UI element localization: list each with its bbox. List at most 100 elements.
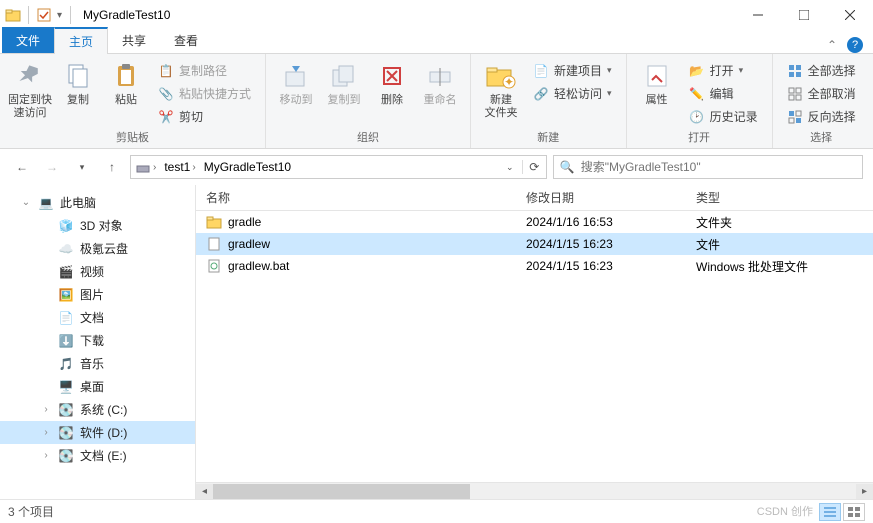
downloads-icon: ⬇️	[58, 333, 74, 349]
svg-text:✦: ✦	[504, 75, 514, 89]
scroll-thumb[interactable]	[213, 484, 470, 499]
documents-icon: 📄	[58, 310, 74, 326]
file-list[interactable]: gradle2024/1/16 16:53文件夹gradlew2024/1/15…	[196, 211, 873, 482]
edit-button[interactable]: ✏️编辑	[685, 83, 762, 104]
desktop-icon: 🖥️	[58, 379, 74, 395]
recent-dropdown[interactable]: ▾	[70, 155, 94, 179]
maximize-button[interactable]	[781, 0, 827, 30]
bat-icon	[206, 258, 222, 274]
col-type[interactable]: 类型	[696, 189, 873, 206]
search-icon: 🔍	[560, 160, 575, 174]
icons-view-button[interactable]	[843, 503, 865, 521]
tab-home[interactable]: 主页	[54, 27, 108, 54]
invert-button[interactable]: 反向选择	[783, 106, 860, 127]
nav-d-drive[interactable]: ›💽软件 (D:)	[0, 421, 195, 444]
scroll-left-icon[interactable]: ◂	[196, 484, 213, 499]
file-icon	[206, 236, 222, 252]
drive-icon: 💽	[58, 402, 74, 418]
nav-this-pc[interactable]: ⌄💻此电脑	[0, 191, 195, 214]
pin-button[interactable]: 固定到快 速访问	[6, 58, 54, 120]
rename-button[interactable]: 重命名	[416, 58, 464, 107]
cut-button[interactable]: ✂️剪切	[154, 106, 255, 127]
group-label: 组织	[266, 129, 470, 148]
rename-icon	[424, 60, 456, 92]
nav-documents[interactable]: 📄文档	[0, 306, 195, 329]
app-icon	[4, 6, 22, 24]
newitem-icon: 📄	[533, 63, 549, 79]
ribbon-group-open: 属性 📂打开▾ ✏️编辑 🕑历史记录 打开	[627, 54, 773, 148]
close-button[interactable]	[827, 0, 873, 30]
nav-3d-objects[interactable]: 🧊3D 对象	[0, 214, 195, 237]
file-list-pane: 名称 修改日期 类型 gradle2024/1/16 16:53文件夹gradl…	[196, 185, 873, 499]
selectnone-button[interactable]: 全部取消	[783, 83, 860, 104]
nav-e-drive[interactable]: ›💽文档 (E:)	[0, 444, 195, 467]
copyto-button[interactable]: 复制到	[320, 58, 368, 107]
collapse-ribbon-icon[interactable]: ⌃	[827, 38, 837, 52]
shortcut-icon: 📎	[158, 86, 174, 102]
tab-view[interactable]: 查看	[160, 27, 212, 53]
file-name: gradlew	[228, 237, 270, 251]
back-button[interactable]: ←	[10, 155, 34, 179]
moveto-button[interactable]: 移动到	[272, 58, 320, 107]
paste-button[interactable]: 粘贴	[102, 58, 150, 107]
nav-music[interactable]: 🎵音乐	[0, 352, 195, 375]
minimize-button[interactable]	[735, 0, 781, 30]
nav-c-drive[interactable]: ›💽系统 (C:)	[0, 398, 195, 421]
search-input[interactable]	[581, 160, 856, 174]
qat-checkbox-icon[interactable]	[35, 6, 53, 24]
tab-share[interactable]: 共享	[108, 27, 160, 53]
delete-button[interactable]: 删除	[368, 58, 416, 107]
open-icon: 📂	[689, 63, 705, 79]
video-icon: 🎬	[58, 264, 74, 280]
column-headers[interactable]: 名称 修改日期 类型	[196, 185, 873, 211]
col-name[interactable]: 名称	[206, 189, 526, 206]
file-date: 2024/1/16 16:53	[526, 215, 696, 229]
drive-icon: 💽	[58, 448, 74, 464]
folder-icon	[206, 214, 222, 230]
easyaccess-button[interactable]: 🔗轻松访问▾	[529, 83, 616, 104]
quick-access-toolbar: ▾	[0, 6, 75, 24]
properties-button[interactable]: 属性	[633, 58, 681, 107]
table-row[interactable]: gradlew.bat2024/1/15 16:23Windows 批处理文件	[196, 255, 873, 277]
newfolder-icon: ✦	[485, 60, 517, 92]
scroll-right-icon[interactable]: ▸	[856, 484, 873, 499]
copypath-button[interactable]: 📋复制路径	[154, 60, 255, 81]
nav-pictures[interactable]: 🖼️图片	[0, 283, 195, 306]
file-name: gradle	[228, 215, 261, 229]
breadcrumb-seg[interactable]: MyGradleTest10	[200, 160, 295, 174]
copy-button[interactable]: 复制	[54, 58, 102, 107]
details-view-button[interactable]	[819, 503, 841, 521]
ribbon-group-organize: 移动到 复制到 删除 重命名 组织	[266, 54, 471, 148]
refresh-button[interactable]: ⟳	[522, 160, 546, 174]
breadcrumb-dropdown[interactable]: ⌄	[498, 160, 522, 174]
help-icon[interactable]: ?	[847, 37, 863, 53]
breadcrumb-seg[interactable]: test1›	[160, 160, 199, 174]
table-row[interactable]: gradle2024/1/16 16:53文件夹	[196, 211, 873, 233]
newfolder-button[interactable]: ✦新建 文件夹	[477, 58, 525, 120]
newitem-button[interactable]: 📄新建项目▾	[529, 60, 616, 81]
navigation-pane[interactable]: ⌄💻此电脑 🧊3D 对象 ☁️极氪云盘 🎬视频 🖼️图片 📄文档 ⬇️下载 🎵音…	[0, 185, 196, 499]
tab-file[interactable]: 文件	[2, 27, 54, 53]
up-button[interactable]: ↑	[100, 155, 124, 179]
breadcrumb[interactable]: › test1› MyGradleTest10 ⌄ ⟳	[130, 155, 547, 179]
table-row[interactable]: gradlew2024/1/15 16:23文件	[196, 233, 873, 255]
edit-icon: ✏️	[689, 86, 705, 102]
selectall-icon	[787, 63, 803, 79]
open-button[interactable]: 📂打开▾	[685, 60, 762, 81]
search-box[interactable]: 🔍	[553, 155, 863, 179]
copyto-icon	[328, 60, 360, 92]
nav-videos[interactable]: 🎬视频	[0, 260, 195, 283]
nav-desktop[interactable]: 🖥️桌面	[0, 375, 195, 398]
horizontal-scrollbar[interactable]: ◂ ▸	[196, 482, 873, 499]
cut-icon: ✂️	[158, 109, 174, 125]
selectall-button[interactable]: 全部选择	[783, 60, 860, 81]
titlebar: ▾ MyGradleTest10	[0, 0, 873, 30]
pasteshortcut-button[interactable]: 📎粘贴快捷方式	[154, 83, 255, 104]
col-date[interactable]: 修改日期	[526, 189, 696, 206]
copy-icon	[62, 60, 94, 92]
forward-button[interactable]: →	[40, 155, 64, 179]
qat-dropdown-icon[interactable]: ▾	[55, 10, 64, 21]
history-button[interactable]: 🕑历史记录	[685, 106, 762, 127]
nav-downloads[interactable]: ⬇️下载	[0, 329, 195, 352]
nav-cloud[interactable]: ☁️极氪云盘	[0, 237, 195, 260]
